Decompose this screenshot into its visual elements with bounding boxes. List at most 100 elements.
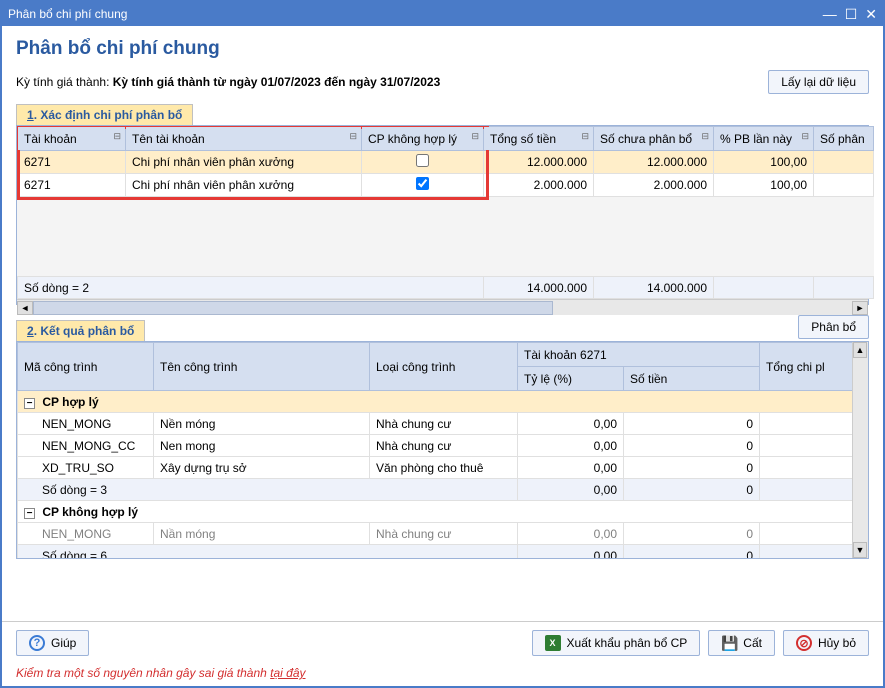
g1-ratio: 0,00 <box>518 479 624 501</box>
cell-ratio[interactable]: 0,00 <box>518 523 624 545</box>
cell-invalid[interactable] <box>362 174 484 197</box>
section2-header-row: 2. Kết quả phân bổ Phân bổ <box>16 315 869 341</box>
group-header[interactable]: − CP không hợp lý <box>18 501 853 523</box>
cell-code[interactable]: NEN_MONG_CC <box>18 435 154 457</box>
save-button[interactable]: 💾 Cất <box>708 630 775 656</box>
cell-type[interactable]: Nhà chung cư <box>370 523 518 545</box>
cell-type[interactable]: Nhà chung cư <box>370 435 518 457</box>
group1-footer: Số dòng = 3 0,00 0 <box>18 479 853 501</box>
cell-ratio[interactable]: 0,00 <box>518 457 624 479</box>
save-icon: 💾 <box>721 635 737 651</box>
cell-amount[interactable]: 0 <box>624 457 760 479</box>
col-ratio[interactable]: Tỷ lệ (%) <box>518 367 624 391</box>
table2[interactable]: Mã công trình Tên công trình Loại công t… <box>17 342 852 558</box>
cell-invalid[interactable] <box>362 151 484 174</box>
section2-title: 2. Kết quả phân bổ <box>27 324 134 338</box>
cell-total[interactable]: 12.000.000 <box>484 151 594 174</box>
group-header[interactable]: − CP hợp lý <box>18 391 853 413</box>
footer-count: Số dòng = 2 <box>18 277 484 299</box>
col-unalloc[interactable]: Số chưa phân bổ⊟ <box>594 127 714 151</box>
group2-label[interactable]: − CP không hợp lý <box>18 501 853 523</box>
export-button[interactable]: X Xuất khẩu phân bổ CP <box>532 630 701 656</box>
pin-icon[interactable]: ⊟ <box>471 131 479 142</box>
cell-name[interactable]: Chi phí nhân viên phân xưởng <box>126 151 362 174</box>
invalid-checkbox[interactable] <box>416 177 429 190</box>
g1-amount: 0 <box>624 479 760 501</box>
table-row[interactable]: NEN_MONG Nần móng Nhà chung cư 0,00 0 <box>18 523 853 545</box>
cell-amount[interactable]: 0 <box>624 435 760 457</box>
table2-vscroll[interactable]: ▲ ▼ <box>852 342 868 558</box>
table-row[interactable]: NEN_MONG_CC Nen mong Nhà chung cư 0,00 0 <box>18 435 853 457</box>
cell-amount[interactable]: 0 <box>624 523 760 545</box>
help-button[interactable]: ? Giúp <box>16 630 89 656</box>
cell-pct[interactable]: 100,00 <box>714 151 814 174</box>
titlebar[interactable]: Phân bổ chi phí chung — ☐ ✕ <box>2 2 883 26</box>
empty-row <box>18 197 874 277</box>
scroll-up-icon[interactable]: ▲ <box>853 342 867 358</box>
cell-ratio[interactable]: 0,00 <box>518 413 624 435</box>
cell-total[interactable]: 2.000.000 <box>484 174 594 197</box>
g2-count: Số dòng = 6 <box>18 545 518 559</box>
col-project-code[interactable]: Mã công trình <box>18 343 154 391</box>
table-row[interactable]: XD_TRU_SO Xây dựng trụ sở Văn phòng cho … <box>18 457 853 479</box>
col-project-name[interactable]: Tên công trình <box>154 343 370 391</box>
table-row[interactable]: 6271 Chi phí nhân viên phân xưởng 12.000… <box>18 151 874 174</box>
pin-icon[interactable]: ⊟ <box>701 131 709 142</box>
cell-unalloc[interactable]: 2.000.000 <box>594 174 714 197</box>
table1-hscroll[interactable]: ◄ ► <box>17 299 868 315</box>
group1-label[interactable]: − CP hợp lý <box>18 391 853 413</box>
col-pct[interactable]: % PB lần này⊟ <box>714 127 814 151</box>
scroll-thumb[interactable] <box>33 301 553 315</box>
col-total[interactable]: Tổng số tiền⊟ <box>484 127 594 151</box>
cell-code[interactable]: NEN_MONG <box>18 523 154 545</box>
minimize-icon[interactable]: — <box>823 7 837 21</box>
cell-name[interactable]: Nen mong <box>154 435 370 457</box>
col-project-type[interactable]: Loại công trình <box>370 343 518 391</box>
cell-allocnum[interactable] <box>814 151 874 174</box>
table1[interactable]: Tài khoản⊟ Tên tài khoản⊟ CP không hợp l… <box>17 126 874 299</box>
collapse-icon[interactable]: − <box>24 508 35 519</box>
cell-name[interactable]: Nền móng <box>154 413 370 435</box>
scroll-right-icon[interactable]: ► <box>852 301 868 315</box>
cancel-button[interactable]: ⊘ Hủy bỏ <box>783 630 869 656</box>
cell-type[interactable]: Văn phòng cho thuê <box>370 457 518 479</box>
cell-pct[interactable]: 100,00 <box>714 174 814 197</box>
hint-link[interactable]: tại đây <box>270 666 305 680</box>
table2-header-row1: Mã công trình Tên công trình Loại công t… <box>18 343 853 367</box>
pin-icon[interactable]: ⊟ <box>113 131 121 142</box>
cell-amount[interactable]: 0 <box>624 413 760 435</box>
pin-icon[interactable]: ⊟ <box>801 131 809 142</box>
pin-icon[interactable]: ⊟ <box>581 131 589 142</box>
cell-name[interactable]: Nần móng <box>154 523 370 545</box>
cell-unalloc[interactable]: 12.000.000 <box>594 151 714 174</box>
col-account[interactable]: Tài khoản⊟ <box>18 127 126 151</box>
table-row[interactable]: 6271 Chi phí nhân viên phân xưởng 2.000.… <box>18 174 874 197</box>
scroll-left-icon[interactable]: ◄ <box>17 301 33 315</box>
close-icon[interactable]: ✕ <box>865 7 877 21</box>
col-invalid[interactable]: CP không hợp lý⊟ <box>362 127 484 151</box>
col-allocnum[interactable]: Số phân <box>814 127 874 151</box>
cell-code[interactable]: XD_TRU_SO <box>18 457 154 479</box>
allocate-button[interactable]: Phân bổ <box>798 315 869 339</box>
cell-type[interactable]: Nhà chung cư <box>370 413 518 435</box>
maximize-icon[interactable]: ☐ <box>845 7 858 21</box>
pin-icon[interactable]: ⊟ <box>349 131 357 142</box>
table-row[interactable]: NEN_MONG Nền móng Nhà chung cư 0,00 0 <box>18 413 853 435</box>
cell-code[interactable]: NEN_MONG <box>18 413 154 435</box>
col-account-group[interactable]: Tài khoản 6271 <box>518 343 760 367</box>
collapse-icon[interactable]: − <box>24 398 35 409</box>
cell-name[interactable]: Xây dựng trụ sở <box>154 457 370 479</box>
cell-acc[interactable]: 6271 <box>18 174 126 197</box>
cell-acc[interactable]: 6271 <box>18 151 126 174</box>
col-account-name[interactable]: Tên tài khoản⊟ <box>126 127 362 151</box>
col-totalcost[interactable]: Tổng chi pl <box>760 343 852 391</box>
cell-ratio[interactable]: 0,00 <box>518 435 624 457</box>
content-area: Phân bổ chi phí chung Kỳ tính giá thành:… <box>2 26 883 621</box>
invalid-checkbox[interactable] <box>416 154 429 167</box>
period-label: Kỳ tính giá thành: Kỳ tính giá thành từ … <box>16 75 440 89</box>
cell-name[interactable]: Chi phí nhân viên phân xưởng <box>126 174 362 197</box>
cell-allocnum[interactable] <box>814 174 874 197</box>
scroll-down-icon[interactable]: ▼ <box>853 542 867 558</box>
reload-button[interactable]: Lấy lại dữ liệu <box>768 70 869 94</box>
col-amount[interactable]: Số tiền <box>624 367 760 391</box>
